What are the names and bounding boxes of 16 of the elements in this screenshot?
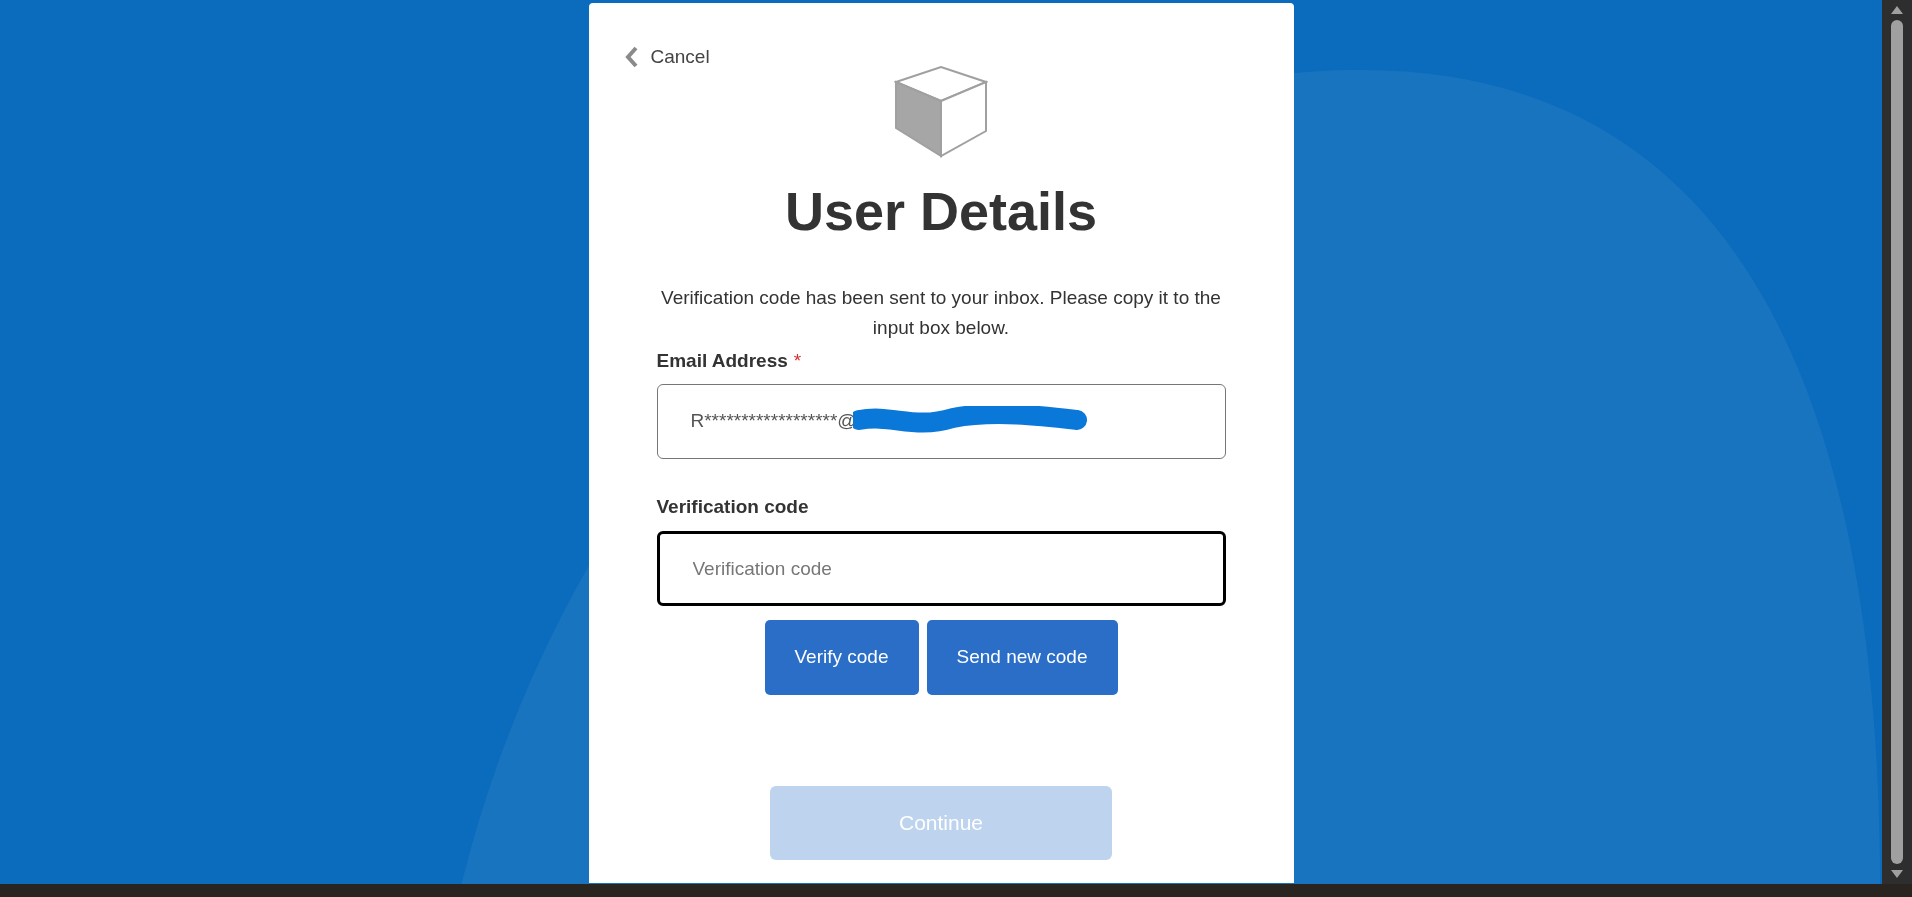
chevron-left-icon [624,46,639,69]
scroll-up-icon[interactable] [1891,6,1903,14]
page-title: User Details [784,179,1098,243]
instruction-text: Verification code has been sent to your inbox. Please copy it to the input box below. [660,286,1222,340]
verification-code-field[interactable]: Verification code [656,531,1226,606]
verify-code-button[interactable]: Verify code [764,620,919,695]
verification-label: Verification code [656,494,810,519]
scrollbar-thumb[interactable] [1891,20,1903,864]
send-new-code-button[interactable]: Send new code [926,620,1118,695]
scroll-down-icon[interactable] [1891,870,1903,878]
scrollbar[interactable] [1882,0,1912,884]
cube-icon [894,65,988,158]
required-marker: * [793,349,802,373]
cancel-link[interactable]: Cancel [650,43,710,72]
email-label: Email Address [656,349,788,373]
email-field[interactable]: R******************@ [656,383,1226,459]
